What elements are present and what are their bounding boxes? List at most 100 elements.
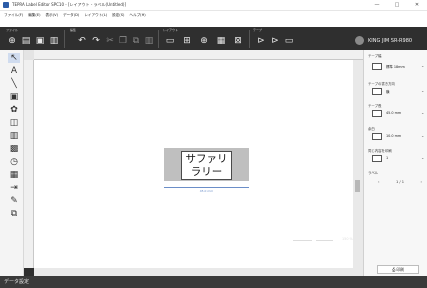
- frame-icon[interactable]: ▦: [214, 35, 228, 47]
- label-heading: ラベル: [368, 171, 379, 175]
- line-tool-icon[interactable]: ╲: [8, 79, 20, 89]
- tape-feed-icon[interactable]: ⊳: [255, 35, 267, 47]
- previous-page-icon[interactable]: ‹: [378, 180, 379, 184]
- menu-bar: ファイル(F) 編集(E) 表示(V) データ(D) レイアウト(L) 設定(S…: [0, 11, 427, 20]
- ruler-horizontal: [34, 50, 363, 60]
- horizontal-scrollbar[interactable]: [34, 268, 363, 276]
- toolbar-group-file: ファイル: [6, 28, 19, 32]
- text-tool-icon[interactable]: A: [8, 66, 20, 76]
- zoom-slider-thumb[interactable]: [312, 238, 316, 243]
- undo-icon[interactable]: ↶: [76, 35, 88, 47]
- dimension-line: [164, 187, 249, 188]
- copies-icon: [372, 155, 382, 162]
- page-indicator: 1 / 1: [395, 180, 405, 184]
- tape-width-heading: テープ幅: [368, 54, 382, 58]
- date-tool-icon[interactable]: ◷: [8, 157, 20, 167]
- close-button[interactable]: ✕: [407, 0, 427, 11]
- chevron-down-icon[interactable]: ⌄: [421, 133, 424, 138]
- toolbar-group-edit: 編集: [70, 28, 77, 32]
- margin-icon: [372, 133, 382, 140]
- tape-settings-icon[interactable]: ▭: [283, 35, 295, 47]
- data-settings-label: データ設定: [4, 279, 30, 285]
- chevron-down-icon[interactable]: ⌄: [421, 110, 424, 115]
- align-icon[interactable]: ⊞: [180, 35, 194, 47]
- menu-settings[interactable]: 設定(S): [112, 13, 124, 18]
- qrcode-tool-icon[interactable]: ▩: [8, 144, 20, 154]
- edit-tool-icon[interactable]: ✎: [8, 196, 20, 206]
- zoom-out-button[interactable]: −: [286, 236, 290, 242]
- tape-width-icon: [372, 63, 382, 70]
- new-file-icon[interactable]: ⊕: [6, 35, 18, 47]
- tool-column: ↖ A ╲ ▣ ✿ ◫ ▥ ▩ ◷ ▦ ⇥ ✎ ⧉: [0, 50, 24, 276]
- tape-length-icon: [372, 110, 382, 117]
- import-icon[interactable]: ▥: [48, 35, 60, 47]
- margin-heading: 余白: [368, 127, 375, 131]
- arrange-icon[interactable]: ⊠: [231, 35, 245, 47]
- zoom-in-button[interactable]: +: [335, 236, 339, 242]
- menu-layout[interactable]: レイアウト(L): [84, 13, 107, 18]
- vertical-scrollbar[interactable]: [353, 60, 363, 268]
- canvas-area: サファリ ラリー 45.0 mm − + 150 %: [24, 50, 363, 276]
- chevron-down-icon[interactable]: ⌄: [421, 63, 424, 68]
- text-object[interactable]: サファリ ラリー: [181, 151, 232, 180]
- margin-value[interactable]: 10.0 mm: [386, 134, 401, 138]
- tape-length-heading: テープ長: [368, 104, 382, 108]
- scroll-thumb[interactable]: [355, 180, 360, 192]
- zoom-control: − + 150 %: [286, 236, 353, 244]
- title-bar: TEPRA Label Editor SPC10 - [レイアウト - ラベル(…: [0, 0, 427, 11]
- maximize-button[interactable]: □: [387, 0, 407, 11]
- next-page-icon[interactable]: ›: [421, 180, 422, 184]
- chevron-down-icon[interactable]: ⌄: [421, 88, 424, 93]
- toolbar-group-layout: レイアウト: [163, 28, 179, 32]
- ruler-corner: [24, 50, 34, 60]
- group-tool-icon[interactable]: ⧉: [8, 209, 20, 219]
- toolbar: ファイル ⊕ ▤ ▣ ▥ 編集 ↶ ↷ ✂ ❐ ⧉ ▥ レイアウト ▭ ⊞ ⊕ …: [0, 27, 427, 50]
- image-tool-icon[interactable]: ▣: [8, 92, 20, 102]
- print-label: 印刷: [396, 267, 404, 272]
- dimension-label: 45.0 mm: [199, 189, 214, 193]
- tape-direction-value[interactable]: 横: [386, 89, 389, 94]
- toolbar-separator: [64, 30, 65, 48]
- menu-data[interactable]: データ(D): [63, 13, 79, 18]
- chevron-down-icon[interactable]: ⌄: [421, 155, 424, 160]
- copies-value[interactable]: 1: [386, 156, 388, 160]
- ruler-vertical: [24, 60, 34, 268]
- properties-panel: テープ幅 標準 18mm ⌄ テープの書き方向 横 ⌄ テープ長 45.0 mm…: [363, 50, 427, 276]
- open-file-icon[interactable]: ▤: [20, 35, 32, 47]
- menu-help[interactable]: ヘルプ(H): [129, 13, 145, 18]
- print-button[interactable]: ⎙ 印刷: [377, 265, 419, 274]
- cut-icon[interactable]: ✂: [104, 35, 116, 47]
- toolbar-group-tape: テープ: [253, 28, 262, 32]
- save-icon[interactable]: ▣: [34, 35, 46, 47]
- window-title: TEPRA Label Editor SPC10 - [レイアウト - ラベル(…: [12, 2, 127, 7]
- zoom-value: 150 %: [342, 237, 353, 241]
- menu-view[interactable]: 表示(V): [46, 13, 58, 18]
- tape-cut-icon[interactable]: ⊳: [269, 35, 281, 47]
- select-layout-icon[interactable]: ▭: [163, 35, 177, 47]
- rotate-icon[interactable]: ⊕: [197, 35, 211, 47]
- paste-icon[interactable]: ⧉: [130, 35, 142, 47]
- page-navigator: ‹ 1 / 1 ›: [378, 180, 422, 184]
- toolbar-separator: [158, 30, 159, 48]
- select-pointer-icon[interactable]: ↖: [8, 53, 20, 63]
- copy-icon[interactable]: ❐: [117, 35, 129, 47]
- menu-edit[interactable]: 編集(E): [28, 13, 40, 18]
- printer-icon[interactable]: [355, 36, 364, 45]
- data-settings-bar[interactable]: データ設定: [0, 276, 427, 288]
- shape-tool-icon[interactable]: ◫: [8, 118, 20, 128]
- barcode-tool-icon[interactable]: ▥: [8, 131, 20, 141]
- toolbar-separator: [249, 30, 250, 48]
- app-icon: [3, 2, 9, 8]
- printer-name[interactable]: KING JIM SR-R980: [368, 38, 412, 44]
- import-tool-icon[interactable]: ⇥: [8, 183, 20, 193]
- menu-file[interactable]: ファイル(F): [4, 13, 23, 18]
- symbol-tool-icon[interactable]: ✿: [8, 105, 20, 115]
- delete-icon[interactable]: ▥: [143, 35, 155, 47]
- redo-icon[interactable]: ↷: [90, 35, 102, 47]
- tape-direction-icon: [372, 88, 382, 95]
- tape-width-value[interactable]: 標準 18mm: [386, 64, 405, 69]
- table-tool-icon[interactable]: ▦: [8, 170, 20, 180]
- minimize-button[interactable]: —: [367, 0, 387, 11]
- tape-direction-heading: テープの書き方向: [368, 82, 395, 86]
- tape-length-value[interactable]: 45.0 mm: [386, 111, 401, 115]
